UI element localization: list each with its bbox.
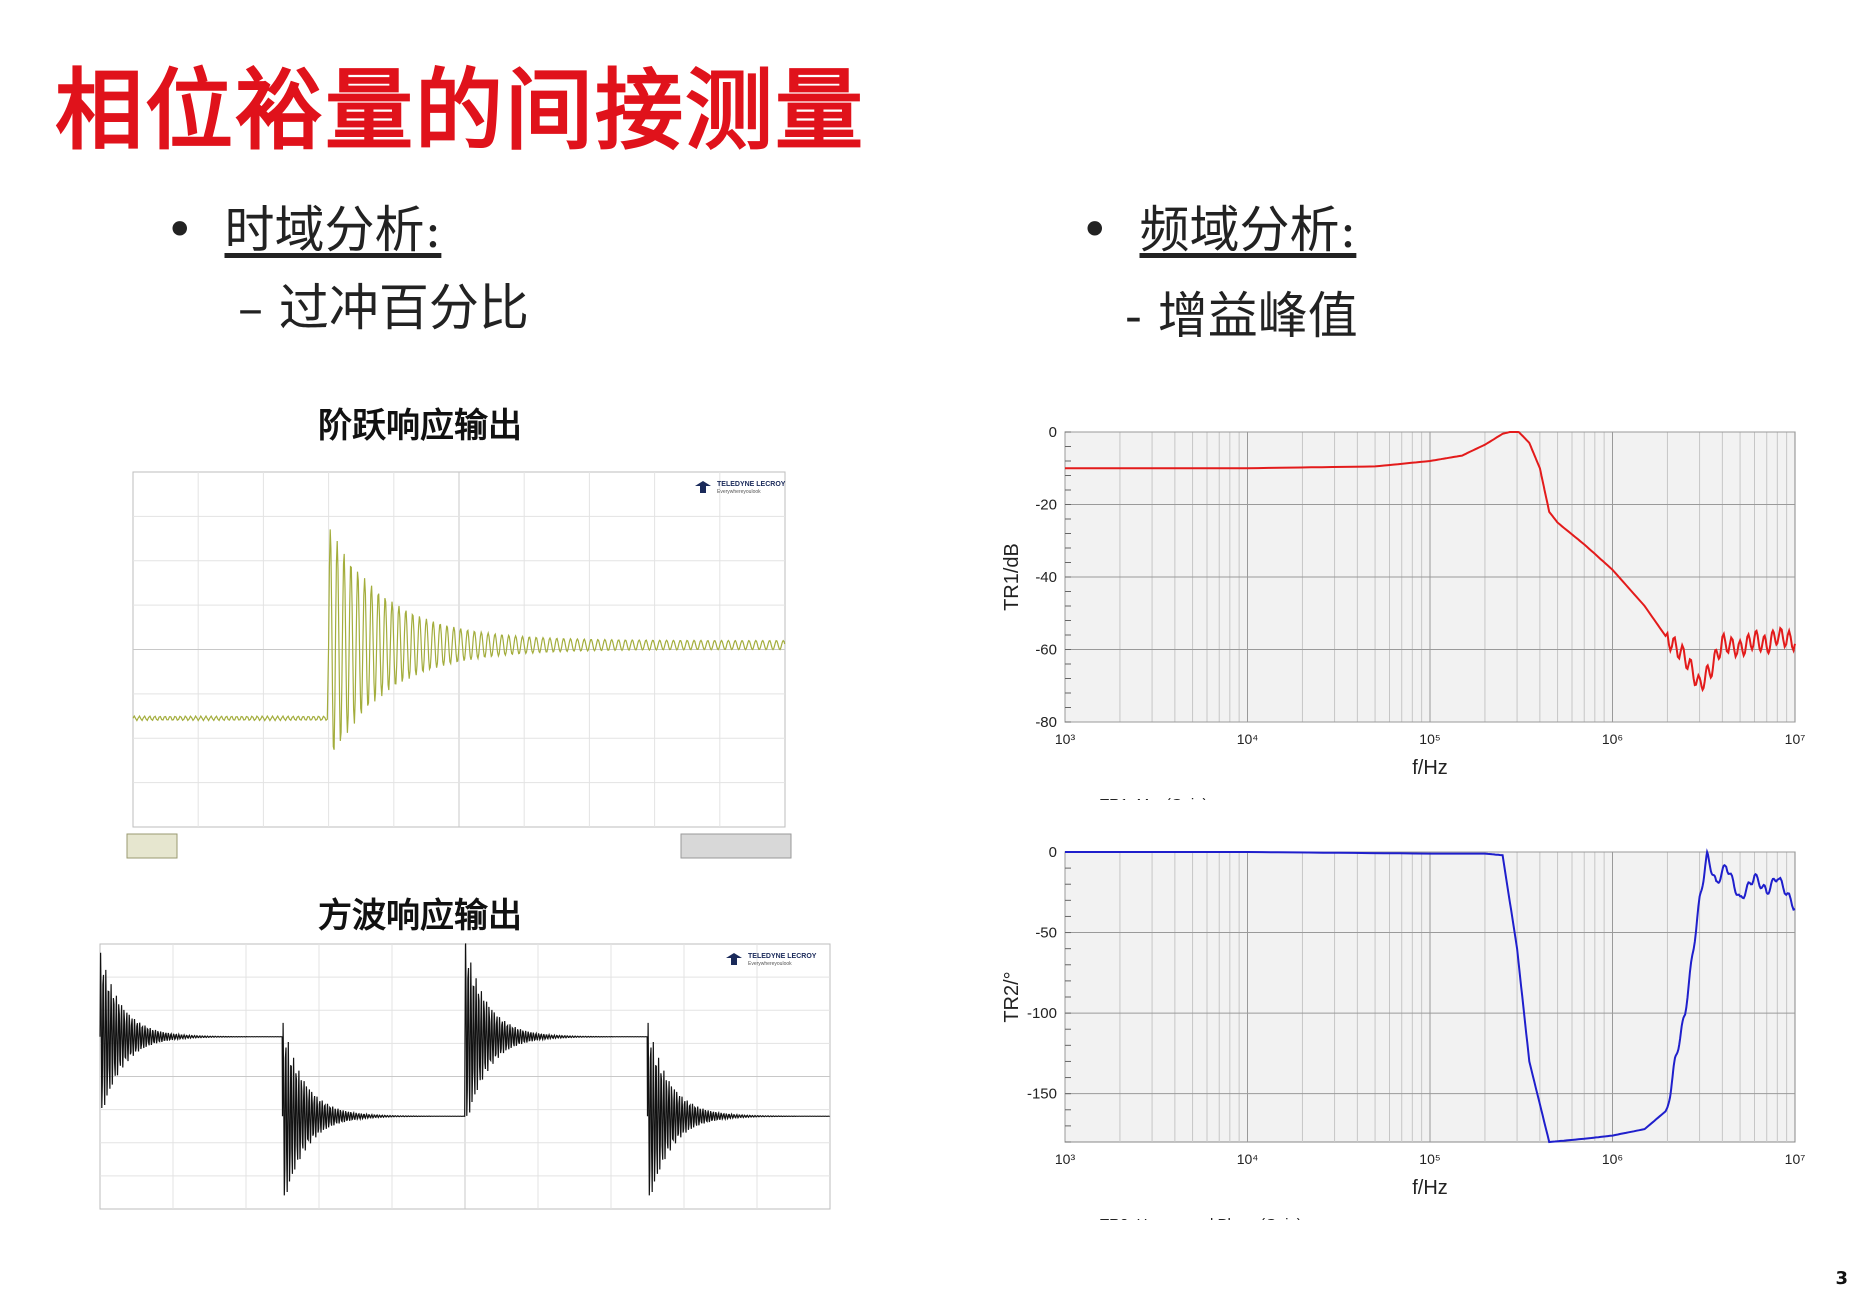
step-caption: 阶跃响应输出 — [318, 406, 522, 446]
y-tick-label: -60 — [1035, 642, 1057, 659]
x-tick-label: 10⁵ — [1419, 1151, 1440, 1167]
y-tick-label: 0 — [1049, 424, 1057, 441]
channel-info-box — [126, 833, 178, 859]
page-number: 3 — [1835, 1268, 1848, 1289]
x-axis-title: f/Hz — [1412, 1177, 1448, 1199]
x-tick-label: 10⁷ — [1785, 731, 1806, 747]
right-bullet-text: 频域分析: — [1139, 201, 1357, 259]
timebase-info-box — [680, 833, 792, 859]
logo-text: TELEDYNE LECROY — [748, 953, 817, 960]
y-tick-label: 0 — [1049, 844, 1057, 861]
y-tick-label: -100 — [1027, 1005, 1057, 1022]
square-response-chart: TELEDYNE LECROYEverywhereyoulook — [99, 943, 831, 1210]
left-bullet-text: 时域分析: — [224, 201, 442, 259]
gain-magnitude-chart: 0 -20 -40 -60 -8010³ 10⁴ 10⁵ 10⁶ 10⁷ f/Hz TR1/dB TR… — [1001, 424, 1806, 800]
logo-tagline: Everywhereyoulook — [748, 961, 792, 967]
x-tick-label: 10⁴ — [1237, 1151, 1259, 1167]
logo-text: TELEDYNE LECROY — [717, 481, 786, 488]
y-axis-title: TR2/° — [1001, 971, 1023, 1022]
y-tick-label: -20 — [1035, 497, 1057, 514]
square-caption: 方波响应输出 — [318, 896, 522, 936]
bullet-glyph: • — [165, 201, 195, 259]
phase-plot: 0 -50 -100 -150 10³ 10⁴ 10⁵ 10⁶ 10⁷ f/Hz TR2/° TR2:… — [990, 840, 1820, 1220]
x-tick-label: 10⁷ — [1785, 1151, 1806, 1167]
left-bullet: • 时域分析: — [165, 190, 441, 262]
x-tick-label: 10⁶ — [1602, 1151, 1623, 1167]
magnitude-plot: 0 -20 -40 -60 -8010³ 10⁴ 10⁵ 10⁶ 10⁷ f/Hz TR1/dB TR… — [990, 420, 1820, 800]
y-tick-label: -40 — [1035, 569, 1057, 586]
x-tick-label: 10³ — [1055, 1151, 1076, 1167]
square-scope: TELEDYNE LECROY Everywhereyoulook — [98, 940, 838, 1215]
left-sub-item: – 过冲百分比 — [238, 279, 529, 337]
x-axis-title: f/Hz — [1412, 757, 1448, 779]
logo-tagline: Everywhereyoulook — [717, 489, 761, 495]
slide-title: 相位裕量的间接测量 — [55, 58, 866, 162]
x-tick-label: 10⁵ — [1419, 731, 1440, 747]
step-scope: TELEDYNE LECROY Everywhereyoulook — [125, 466, 795, 861]
x-tick-label: 10⁶ — [1602, 731, 1623, 747]
x-tick-label: 10⁴ — [1237, 731, 1259, 747]
bullet-glyph: • — [1080, 201, 1110, 259]
step-response-chart: TELEDYNE LECROYEverywhereyoulook — [126, 471, 792, 859]
x-tick-label: 10³ — [1055, 731, 1076, 747]
y-tick-label: -50 — [1035, 925, 1057, 942]
right-bullet: • 频域分析: — [1080, 190, 1356, 262]
y-tick-label: -150 — [1027, 1086, 1057, 1103]
unwrapped-phase-chart: 0 -50 -100 -150 10³ 10⁴ 10⁵ 10⁶ 10⁷ f/Hz TR2/° TR2:… — [1001, 844, 1806, 1220]
legend-label: TR1: Mag(Gain) — [1100, 796, 1208, 800]
y-axis-title: TR1/dB — [1001, 543, 1023, 611]
right-sub-item: - 增益峰值 — [1125, 287, 1358, 345]
y-tick-label: -80 — [1035, 714, 1057, 731]
legend-label: TR2: Unwrapped Phase(Gain) — [1100, 1216, 1302, 1220]
